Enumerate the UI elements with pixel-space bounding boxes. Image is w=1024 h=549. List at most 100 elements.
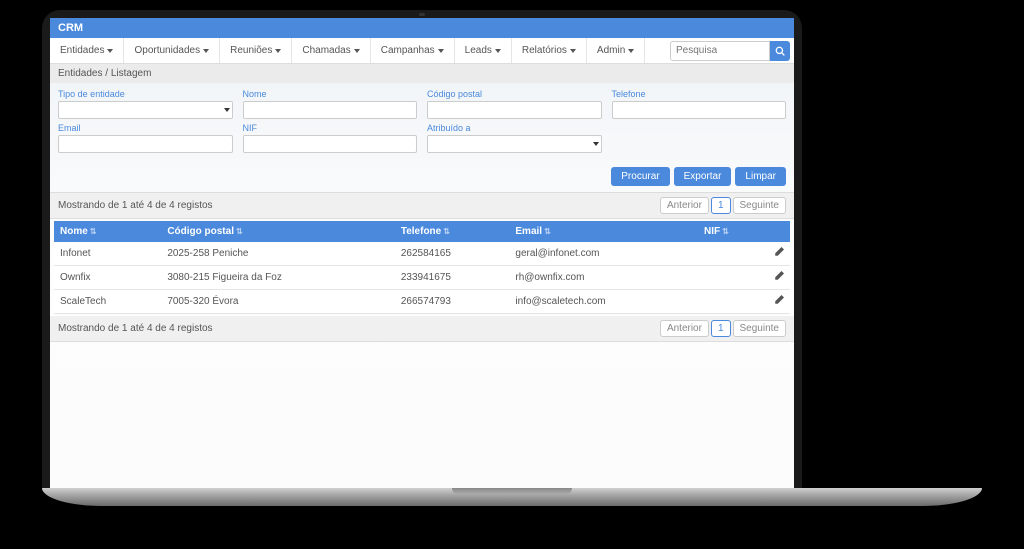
cell-cp: 3080-215 Figueira da Foz [161, 266, 395, 290]
table-info-top: Mostrando de 1 até 4 de 4 registos [58, 200, 660, 211]
cell-telefone: 262584165 [395, 242, 510, 266]
col-nome[interactable]: Nome⇅ [54, 221, 161, 242]
pager-next[interactable]: Seguinte [733, 197, 786, 214]
main-nav: Entidades Oportunidades Reuniões Chamada… [50, 38, 794, 64]
edit-icon[interactable] [774, 295, 784, 305]
col-label: NIF [704, 226, 720, 237]
table-row: Infonet2025-258 Peniche262584165geral@in… [54, 242, 790, 266]
col-telefone[interactable]: Telefone⇅ [395, 221, 510, 242]
results-table: Nome⇅ Código postal⇅ Telefone⇅ Email⇅ NI… [54, 221, 790, 314]
table-row: ScaleTech7005-320 Évora266574793info@sca… [54, 290, 790, 314]
cell-telefone: 233941675 [395, 266, 510, 290]
filter-nif[interactable] [243, 135, 418, 153]
cell-cp: 2025-258 Peniche [161, 242, 395, 266]
search-icon [775, 46, 785, 56]
nav-label: Leads [465, 45, 492, 56]
filter-label-nome: Nome [243, 89, 418, 99]
cell-cp: 7005-320 Évora [161, 290, 395, 314]
cell-nome: Ownfix [54, 266, 161, 290]
nav-entidades[interactable]: Entidades [50, 38, 124, 63]
col-label: Email [515, 226, 542, 237]
exportar-button[interactable]: Exportar [674, 167, 732, 186]
limpar-button[interactable]: Limpar [735, 167, 786, 186]
nav-admin[interactable]: Admin [587, 38, 645, 63]
chevron-down-icon [628, 49, 634, 53]
nav-oportunidades[interactable]: Oportunidades [124, 38, 220, 63]
laptop-base [42, 488, 982, 506]
pager-bottom: Anterior 1 Seguinte [660, 320, 786, 337]
chevron-down-icon [495, 49, 501, 53]
filter-label-nif: NIF [243, 123, 418, 133]
nav-label: Relatórios [522, 45, 567, 56]
table-info-bottom: Mostrando de 1 até 4 de 4 registos [58, 323, 660, 334]
filter-label-atribuido: Atribuído a [427, 123, 602, 133]
nav-relatorios[interactable]: Relatórios [512, 38, 587, 63]
sort-icon: ⇅ [443, 227, 450, 236]
nav-label: Reuniões [230, 45, 272, 56]
filter-nome[interactable] [243, 101, 418, 119]
nav-campanhas[interactable]: Campanhas [371, 38, 455, 63]
col-label: Código postal [167, 226, 234, 237]
sort-icon: ⇅ [722, 227, 729, 236]
sort-asc-icon: ⇅ [90, 227, 97, 236]
nav-label: Admin [597, 45, 625, 56]
webcam-notch [419, 13, 425, 16]
table-row: Ownfix3080-215 Figueira da Foz233941675r… [54, 266, 790, 290]
nav-reunioes[interactable]: Reuniões [220, 38, 292, 63]
filter-email[interactable] [58, 135, 233, 153]
breadcrumb-current: Listagem [111, 68, 152, 79]
nav-chamadas[interactable]: Chamadas [292, 38, 370, 63]
filter-codigo-postal[interactable] [427, 101, 602, 119]
cell-telefone: 266574793 [395, 290, 510, 314]
chevron-down-icon [354, 49, 360, 53]
edit-icon[interactable] [774, 271, 784, 281]
pager-prev[interactable]: Anterior [660, 320, 709, 337]
filter-label-telefone: Telefone [612, 89, 787, 99]
filter-label-tipo: Tipo de entidade [58, 89, 233, 99]
app-brand: CRM [50, 18, 794, 38]
chevron-down-icon [275, 49, 281, 53]
pager-top: Anterior 1 Seguinte [660, 197, 786, 214]
nav-label: Campanhas [381, 45, 435, 56]
filter-form: Tipo de entidade Nome Código postal Tele… [50, 83, 794, 163]
chevron-down-icon [203, 49, 209, 53]
global-search-input[interactable] [670, 41, 770, 61]
nav-label: Oportunidades [134, 45, 200, 56]
edit-icon[interactable] [774, 247, 784, 257]
filter-label-cp: Código postal [427, 89, 602, 99]
pager-prev[interactable]: Anterior [660, 197, 709, 214]
col-cp[interactable]: Código postal⇅ [161, 221, 395, 242]
chevron-down-icon [570, 49, 576, 53]
pager-page-1[interactable]: 1 [711, 320, 731, 337]
nav-label: Entidades [60, 45, 104, 56]
filter-telefone[interactable] [612, 101, 787, 119]
cell-email: rh@ownfix.com [509, 266, 698, 290]
breadcrumb-sep: / [105, 68, 108, 79]
cell-email: geral@infonet.com [509, 242, 698, 266]
breadcrumb-root[interactable]: Entidades [58, 68, 102, 79]
nav-label: Chamadas [302, 45, 350, 56]
cell-nome: Infonet [54, 242, 161, 266]
col-label: Nome [60, 226, 88, 237]
col-nif[interactable]: NIF⇅ [698, 221, 766, 242]
cell-nif [698, 290, 766, 314]
procurar-button[interactable]: Procurar [611, 167, 669, 186]
pager-page-1[interactable]: 1 [711, 197, 731, 214]
chevron-down-icon [107, 49, 113, 53]
filter-label-email: Email [58, 123, 233, 133]
sort-icon: ⇅ [236, 227, 243, 236]
global-search-button[interactable] [770, 41, 790, 61]
breadcrumb: Entidades / Listagem [50, 64, 794, 83]
col-label: Telefone [401, 226, 441, 237]
sort-icon: ⇅ [544, 227, 551, 236]
pager-next[interactable]: Seguinte [733, 320, 786, 337]
cell-email: info@scaletech.com [509, 290, 698, 314]
col-email[interactable]: Email⇅ [509, 221, 698, 242]
cell-nome: ScaleTech [54, 290, 161, 314]
nav-leads[interactable]: Leads [455, 38, 512, 63]
cell-nif [698, 242, 766, 266]
filter-atribuido-a[interactable] [427, 135, 602, 153]
cell-nif [698, 266, 766, 290]
chevron-down-icon [438, 49, 444, 53]
filter-tipo-entidade[interactable] [58, 101, 233, 119]
